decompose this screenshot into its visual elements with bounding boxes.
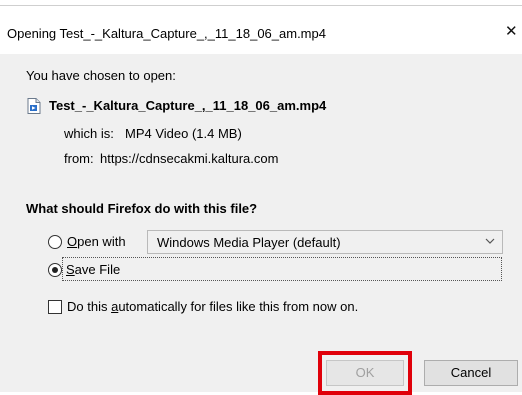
auto-action-label[interactable]: Do this automatically for files like thi… [67, 299, 358, 314]
auto-action-label-before: Do this [67, 299, 112, 314]
file-type-label: which is: [64, 126, 114, 141]
file-source-label: from: [64, 151, 94, 166]
media-file-icon [27, 98, 41, 114]
file-name: Test_-_Kaltura_Capture_,_11_18_06_am.mp4 [49, 98, 327, 113]
download-dialog: Opening Test_-_Kaltura_Capture_,_11_18_0… [0, 6, 522, 395]
save-file-focus-outline [62, 257, 502, 281]
chevron-down-icon [484, 234, 496, 248]
open-with-app-select[interactable]: Windows Media Player (default) [147, 230, 503, 254]
action-question: What should Firefox do with this file? [26, 201, 258, 216]
open-with-app-value: Windows Media Player (default) [157, 235, 341, 250]
close-icon[interactable]: ✕ [505, 22, 522, 42]
file-source-value: https://cdnsecakmi.kaltura.com [100, 151, 279, 166]
auto-action-label-after: utomatically for files like this from no… [118, 299, 359, 314]
save-file-radio[interactable] [48, 263, 62, 277]
intro-text: You have chosen to open: [26, 68, 176, 83]
dialog-title: Opening Test_-_Kaltura_Capture_,_11_18_0… [7, 26, 326, 41]
open-with-label-rest: pen with [77, 234, 126, 249]
save-file-label-rest: ave File [74, 262, 121, 277]
open-with-label[interactable]: Open with [67, 234, 126, 249]
ok-button-highlight [318, 351, 412, 395]
dialog-titlebar: Opening Test_-_Kaltura_Capture_,_11_18_0… [0, 6, 522, 54]
cancel-button[interactable]: Cancel [424, 360, 518, 386]
save-file-label[interactable]: Save File [66, 262, 120, 277]
open-with-radio[interactable] [48, 235, 62, 249]
file-type-value: MP4 Video (1.4 MB) [125, 126, 242, 141]
open-with-mnemonic: O [67, 234, 78, 249]
save-file-mnemonic: S [66, 262, 75, 277]
auto-action-checkbox[interactable] [48, 300, 62, 314]
